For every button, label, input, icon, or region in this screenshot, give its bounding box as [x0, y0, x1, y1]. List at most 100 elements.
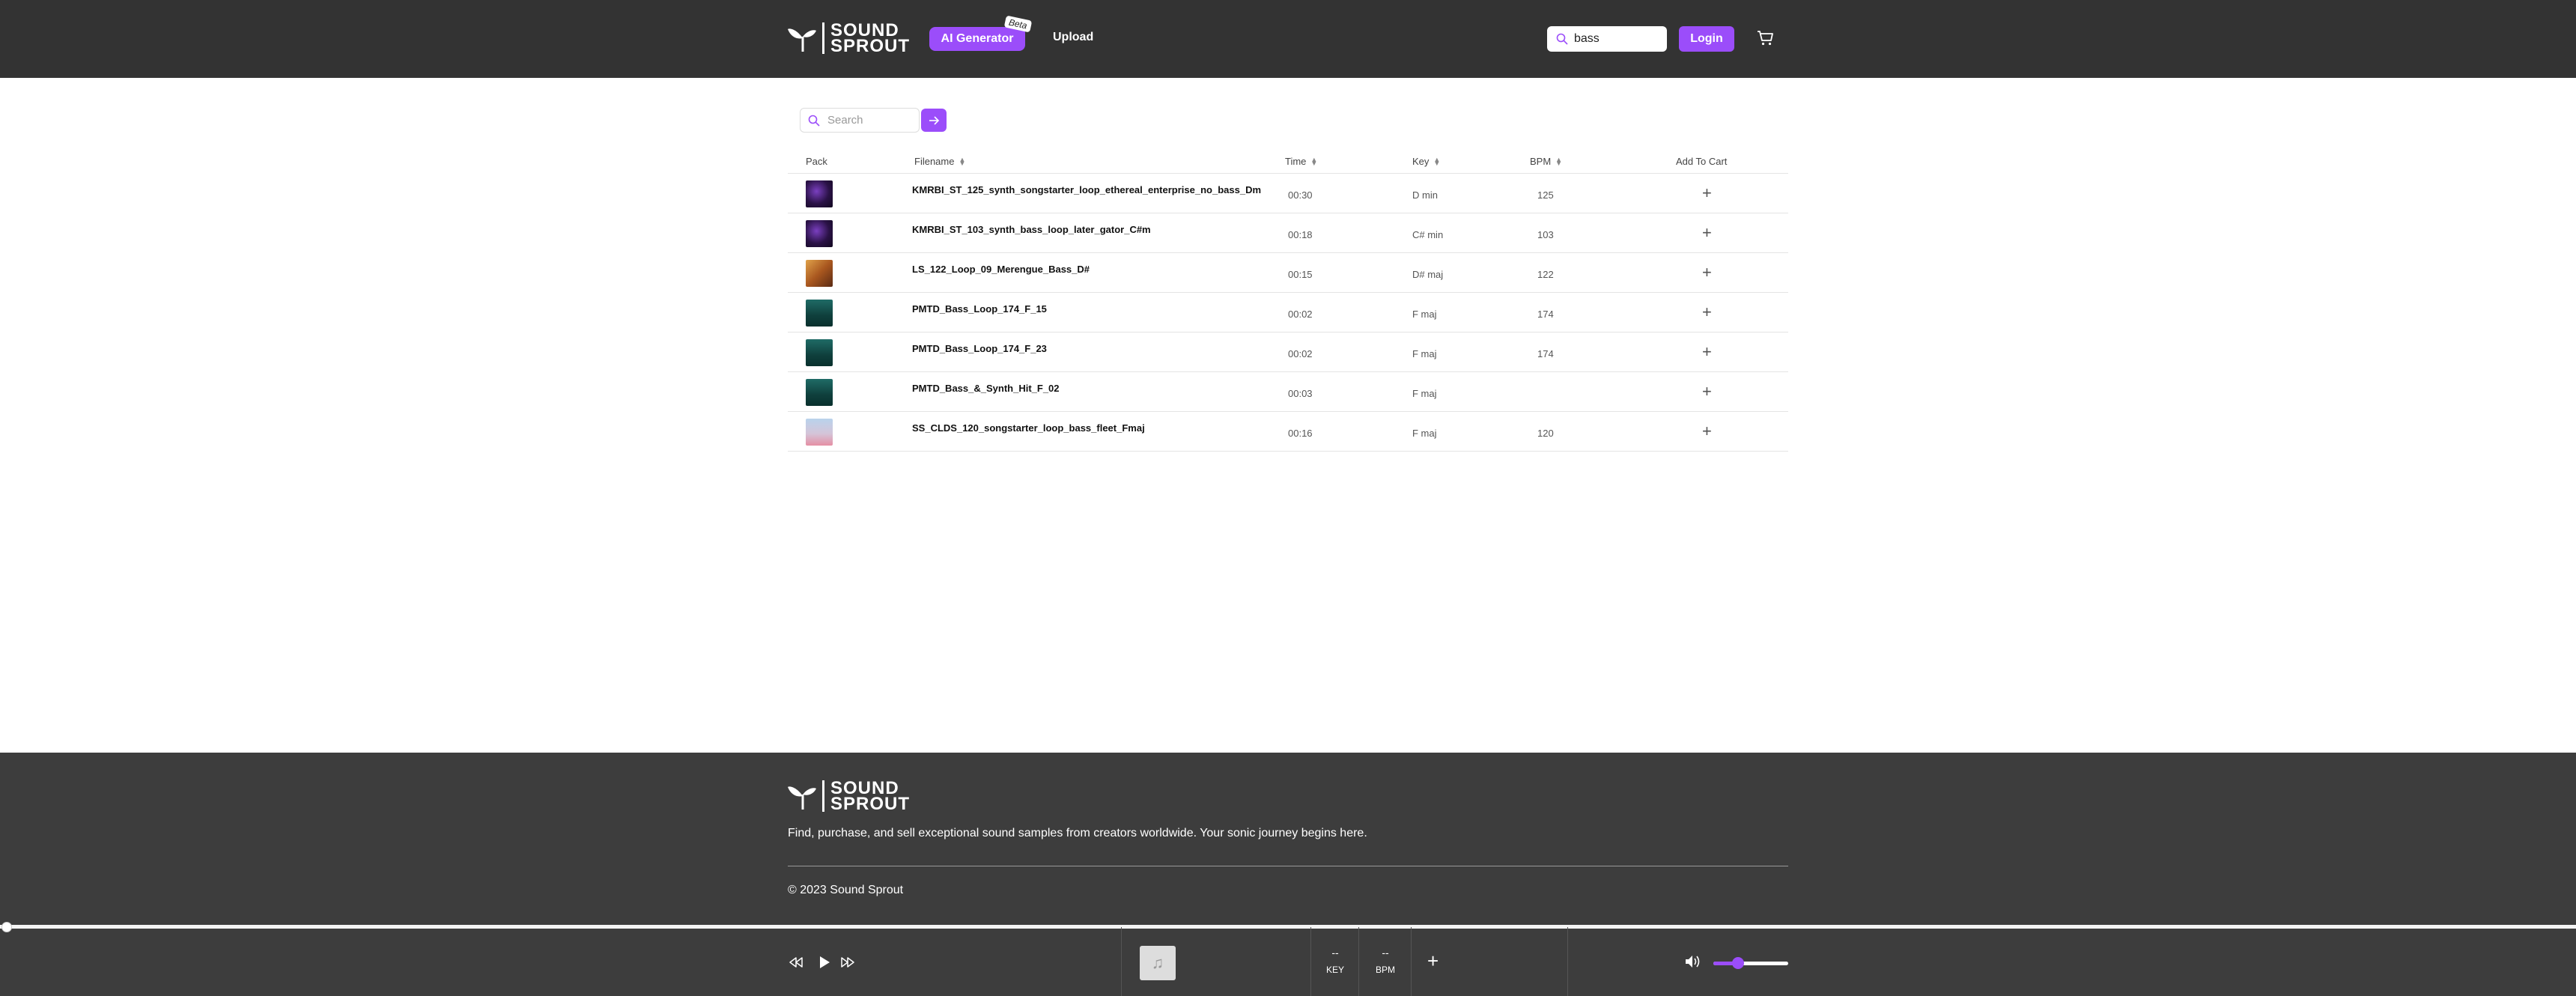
plus-icon: + [1702, 303, 1712, 321]
table-row[interactable]: PMTD_Bass_Loop_174_F_23 00:02 F maj 174 + [788, 332, 1788, 372]
music-note-icon: ♫ [1151, 953, 1164, 972]
footer-logo[interactable]: SOUND SPROUT [788, 779, 910, 813]
time-cell: 00:30 [1288, 189, 1313, 201]
ai-generator-button[interactable]: AI Generator [929, 27, 1025, 51]
plus-icon: + [1702, 263, 1712, 282]
brand-name: SOUND SPROUT [822, 22, 910, 55]
sort-icon: ▲ ▼ [1310, 155, 1318, 167]
column-header-filename[interactable]: Filename ▲ ▼ [914, 156, 965, 167]
now-playing-key: -- KEY [1325, 947, 1344, 975]
add-to-cart-button[interactable]: + [1702, 304, 1712, 321]
upload-link[interactable]: Upload [1053, 31, 1093, 44]
time-cell: 00:02 [1288, 348, 1313, 359]
table-row[interactable]: PMTD_Bass_Loop_174_F_15 00:02 F maj 174 + [788, 293, 1788, 332]
add-to-cart-button[interactable]: + [1702, 225, 1712, 241]
add-to-cart-button[interactable]: + [1702, 264, 1712, 281]
pack-artwork[interactable] [806, 339, 833, 366]
mute-button[interactable] [1683, 953, 1703, 974]
plus-icon: + [1702, 183, 1712, 202]
table-row[interactable]: KMRBI_ST_125_synth_songstarter_loop_ethe… [788, 174, 1788, 213]
search-icon [808, 115, 820, 127]
sort-icon: ▲ ▼ [959, 155, 966, 167]
arrow-right-icon [929, 115, 940, 125]
bpm-cell: 122 [1537, 269, 1554, 280]
table-search-box[interactable] [800, 108, 920, 133]
add-to-cart-button[interactable]: + [1702, 344, 1712, 360]
rewind-icon [789, 957, 803, 968]
pack-artwork[interactable] [806, 180, 833, 207]
play-button[interactable] [817, 954, 832, 974]
brand-logo[interactable]: SOUND SPROUT [788, 21, 910, 55]
filename-cell[interactable]: KMRBI_ST_103_synth_bass_loop_later_gator… [912, 224, 1151, 235]
sort-icon: ▲ ▼ [1555, 155, 1563, 167]
table-search-input[interactable] [827, 114, 910, 127]
bpm-cell: 120 [1537, 428, 1554, 439]
previous-button[interactable] [788, 954, 804, 974]
bpm-cell: 174 [1537, 348, 1554, 359]
column-header-bpm[interactable]: BPM ▲ ▼ [1530, 156, 1562, 167]
search-icon [1556, 33, 1568, 45]
filename-cell[interactable]: KMRBI_ST_125_synth_songstarter_loop_ethe… [912, 184, 1261, 195]
footer-description: Find, purchase, and sell exceptional sou… [788, 827, 1367, 839]
fast-forward-icon [841, 957, 854, 968]
plus-icon: + [1702, 422, 1712, 440]
table-row[interactable]: KMRBI_ST_103_synth_bass_loop_later_gator… [788, 213, 1788, 253]
pack-artwork[interactable] [806, 419, 833, 446]
login-button[interactable]: Login [1679, 26, 1734, 52]
sprout-icon [788, 28, 816, 52]
header-search-input[interactable] [1574, 32, 1656, 46]
play-icon [820, 956, 830, 968]
plus-icon: + [1427, 950, 1439, 972]
key-cell: F maj [1412, 428, 1437, 439]
pack-artwork[interactable] [806, 379, 833, 406]
pack-artwork[interactable] [806, 260, 833, 287]
bpm-cell: 125 [1537, 189, 1554, 201]
volume-slider[interactable] [1713, 957, 1788, 969]
column-header-key[interactable]: Key ▲ ▼ [1412, 156, 1440, 167]
filename-cell[interactable]: LS_122_Loop_09_Merengue_Bass_D# [912, 264, 1090, 275]
volume-icon [1686, 956, 1700, 968]
table-header: Pack Filename ▲ ▼ Time ▲ ▼ Key ▲ ▼ BPM ▲ ▼ Add T… [788, 148, 1788, 174]
add-to-cart-button[interactable]: + [1702, 423, 1712, 440]
volume-handle[interactable] [1732, 957, 1744, 969]
now-playing-bpm: -- BPM [1375, 947, 1395, 975]
cart-icon [1758, 31, 1773, 46]
table-row[interactable]: LS_122_Loop_09_Merengue_Bass_D# 00:15 D# m… [788, 253, 1788, 293]
plus-icon: + [1702, 223, 1712, 242]
now-playing-artwork: ♫ [1140, 946, 1176, 980]
time-cell: 00:03 [1288, 388, 1313, 399]
sort-icon: ▲ ▼ [1433, 155, 1441, 167]
next-button[interactable] [839, 954, 856, 974]
add-to-cart-button[interactable]: + [1702, 185, 1712, 201]
search-submit-button[interactable] [921, 109, 947, 132]
table-row[interactable]: PMTD_Bass_&_Synth_Hit_F_02 00:03 F maj + [788, 372, 1788, 412]
key-cell: C# min [1412, 229, 1444, 240]
key-cell: F maj [1412, 388, 1437, 399]
key-cell: D# maj [1412, 269, 1444, 280]
column-header-add-to-cart: Add To Cart [1676, 156, 1728, 167]
pack-artwork[interactable] [806, 300, 833, 327]
header-search-box[interactable] [1547, 26, 1667, 52]
filename-cell[interactable]: PMTD_Bass_Loop_174_F_23 [912, 343, 1047, 354]
column-header-pack: Pack [806, 156, 827, 167]
divider [1310, 927, 1311, 996]
add-to-cart-button[interactable]: + [1427, 950, 1439, 973]
time-cell: 00:02 [1288, 309, 1313, 320]
plus-icon: + [1702, 382, 1712, 401]
add-to-cart-button[interactable]: + [1702, 383, 1712, 400]
table-row[interactable]: SS_CLDS_120_songstarter_loop_bass_fleet_… [788, 412, 1788, 452]
playback-progress-handle[interactable] [1, 922, 12, 932]
filename-cell[interactable]: SS_CLDS_120_songstarter_loop_bass_fleet_… [912, 422, 1145, 434]
plus-icon: + [1702, 342, 1712, 361]
divider [1358, 927, 1359, 996]
filename-cell[interactable]: PMTD_Bass_Loop_174_F_15 [912, 303, 1047, 315]
column-header-time[interactable]: Time ▲ ▼ [1285, 156, 1317, 167]
filename-cell[interactable]: PMTD_Bass_&_Synth_Hit_F_02 [912, 383, 1060, 394]
sprout-icon [788, 786, 816, 810]
cart-button[interactable] [1757, 29, 1775, 51]
time-cell: 00:15 [1288, 269, 1313, 280]
pack-artwork[interactable] [806, 220, 833, 247]
divider [1411, 927, 1412, 996]
key-cell: F maj [1412, 309, 1437, 320]
bpm-cell: 174 [1537, 309, 1554, 320]
